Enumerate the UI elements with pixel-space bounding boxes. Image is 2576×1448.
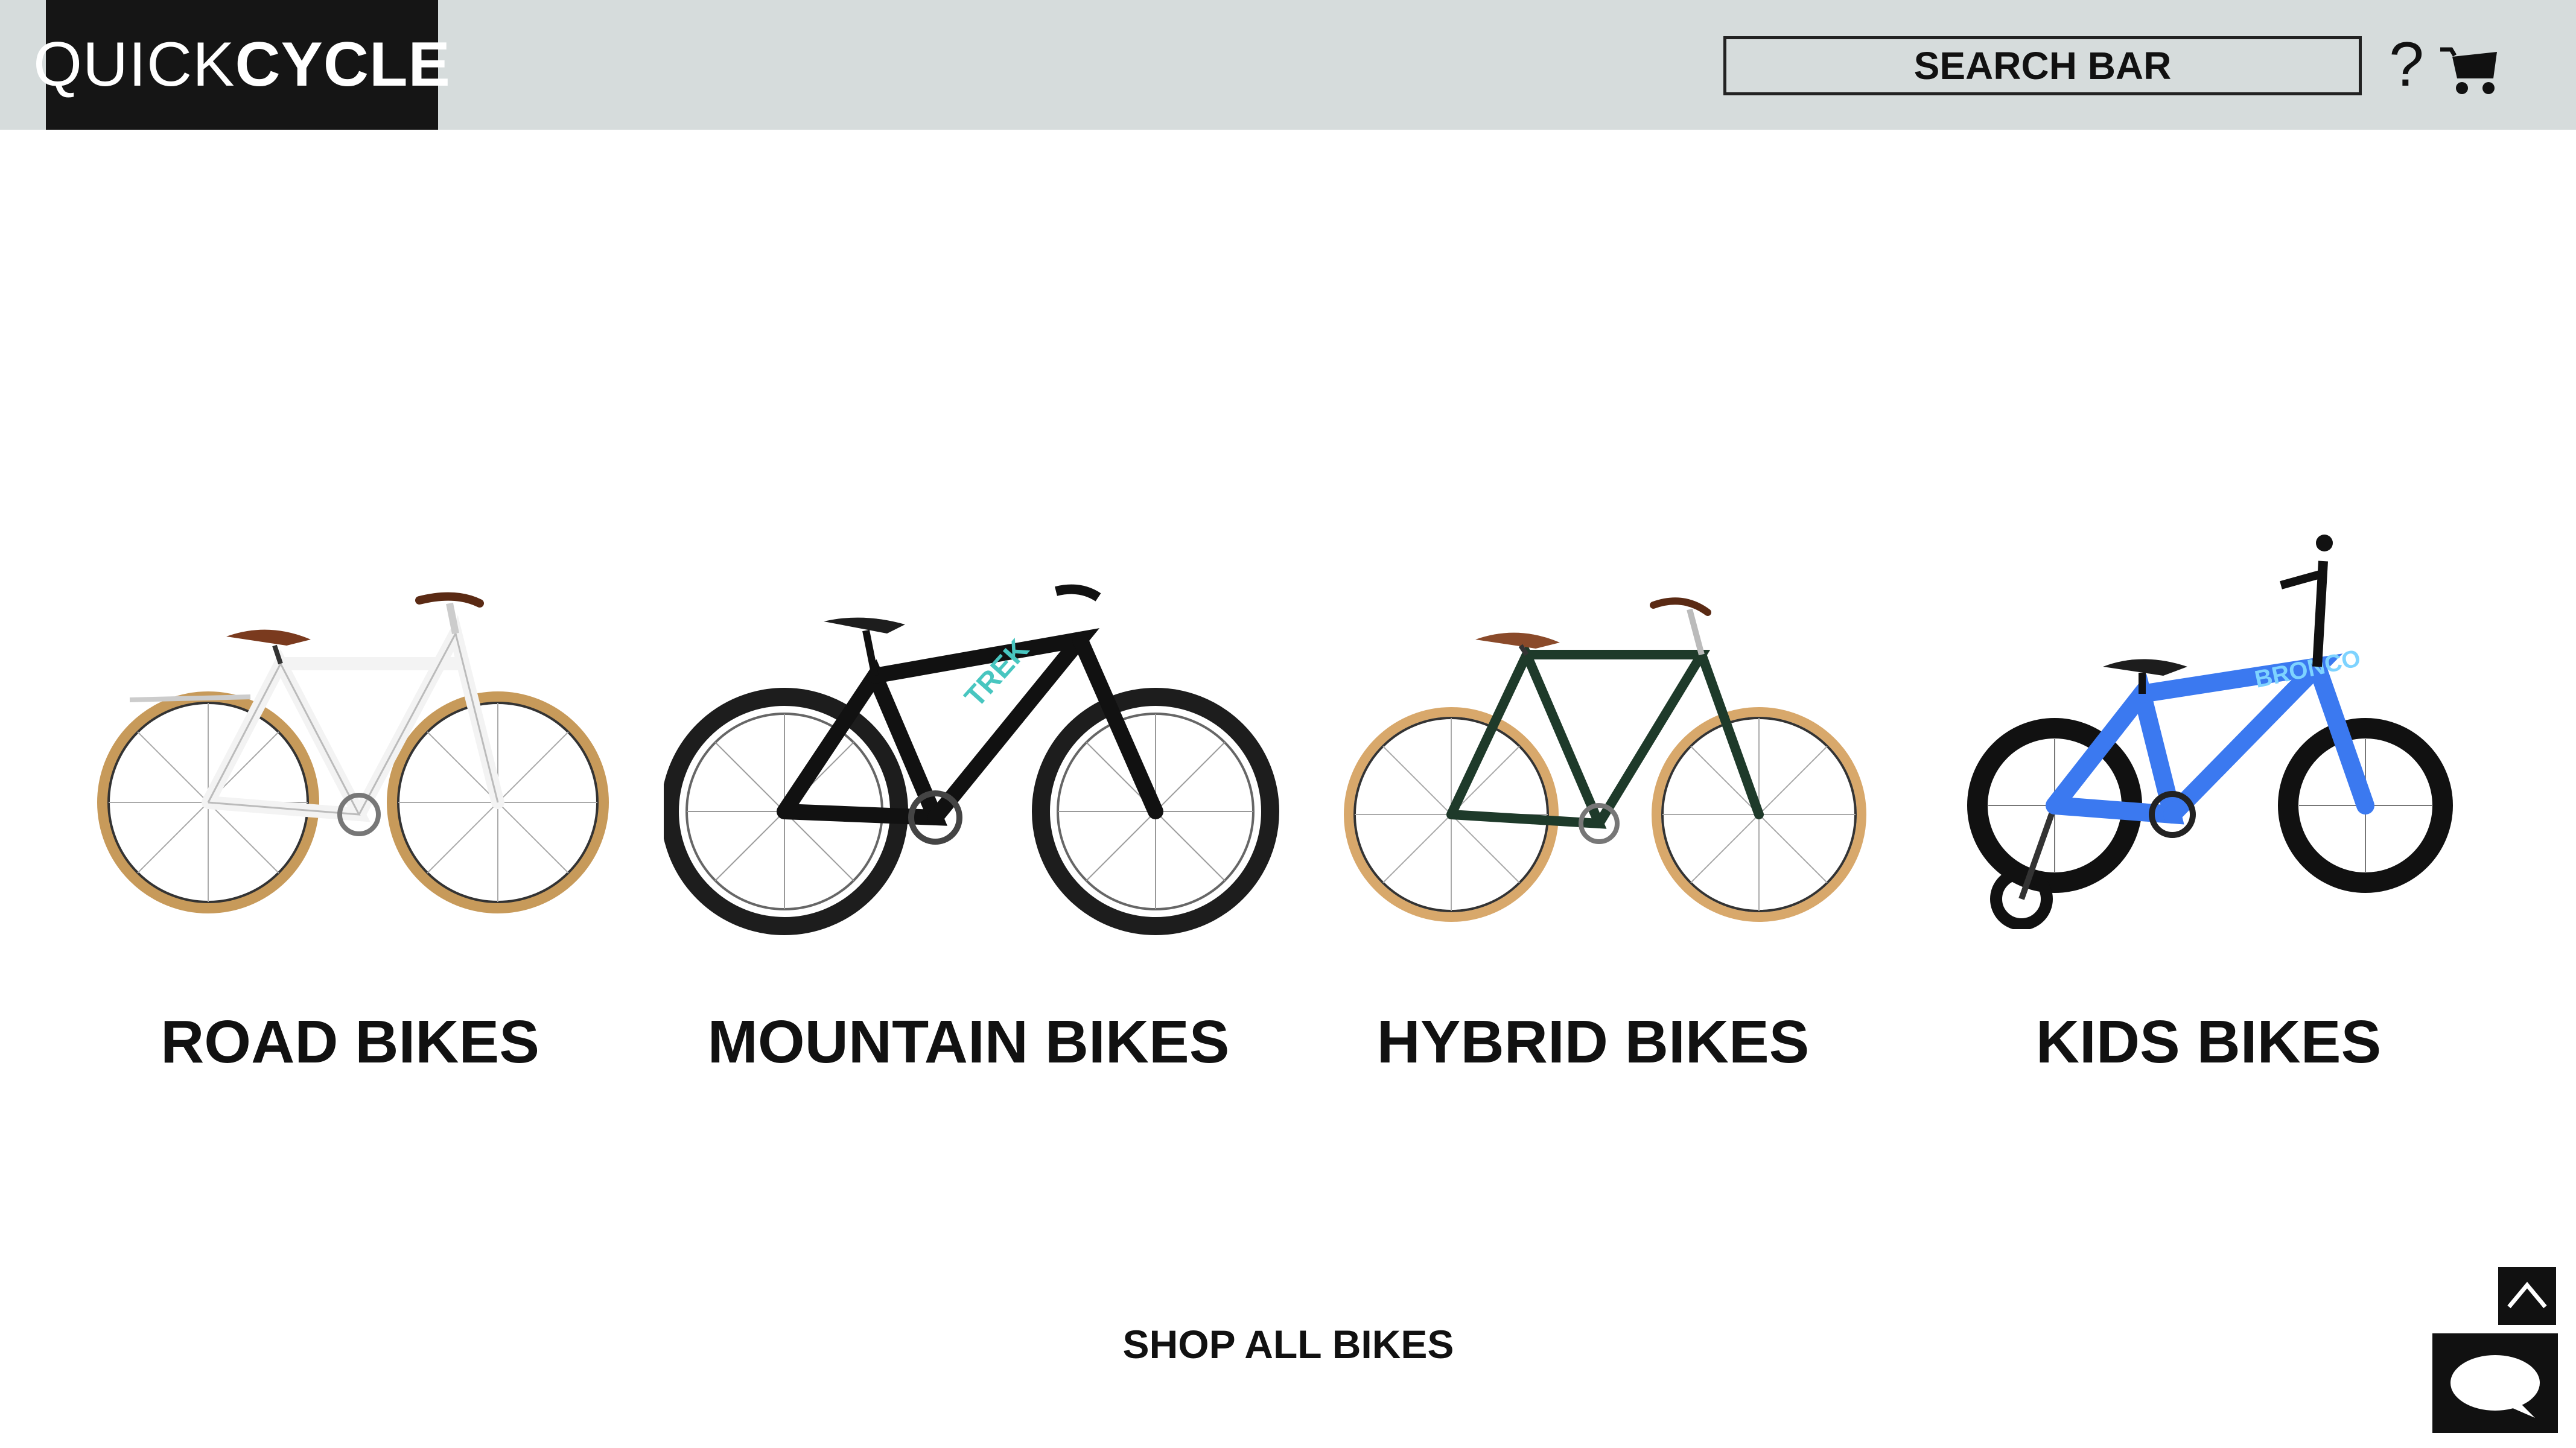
top-header: QUICK CYCLE SEARCH BAR ? — [0, 0, 2576, 130]
chat-button[interactable] — [2432, 1333, 2558, 1433]
mountain-bike-image[interactable]: TREK — [661, 579, 1279, 935]
category-mountain-bikes[interactable]: MOUNTAIN BIKES — [694, 1008, 1243, 1086]
logo-text-bold: CYCLE — [235, 30, 451, 100]
chat-icon — [2450, 1355, 2540, 1418]
search-bar[interactable]: SEARCH BAR — [1723, 36, 2362, 95]
category-kids-bikes[interactable]: KIDS BIKES — [1961, 1008, 2456, 1086]
scroll-top-button[interactable] — [2498, 1267, 2556, 1325]
road-bike-image[interactable] — [81, 579, 612, 923]
kids-bike-drawing: BRONCO — [1967, 535, 2453, 930]
category-hybrid-bikes[interactable]: HYBRID BIKES — [1352, 1008, 1834, 1086]
cart-icon[interactable] — [2438, 39, 2499, 97]
hybrid-bike-image[interactable] — [1340, 588, 1871, 926]
help-icon[interactable]: ? — [2388, 31, 2425, 98]
hybrid-bike-drawing — [1344, 597, 1866, 922]
mountain-bike-drawing: TREK — [661, 584, 1279, 935]
brand-logo[interactable]: QUICK CYCLE — [33, 0, 450, 130]
category-road-bikes[interactable]: ROAD BIKES — [109, 1008, 591, 1086]
shop-all-bikes-link[interactable]: SHOP ALL BIKES — [1068, 1321, 1509, 1376]
scroll-top-icon — [2507, 1281, 2547, 1309]
kids-bike-image[interactable]: BRONCO — [1955, 519, 2468, 930]
road-bike-drawing — [97, 592, 609, 913]
search-bar-label: SEARCH BAR — [1913, 44, 2172, 87]
logo-text-light: QUICK — [33, 30, 235, 100]
